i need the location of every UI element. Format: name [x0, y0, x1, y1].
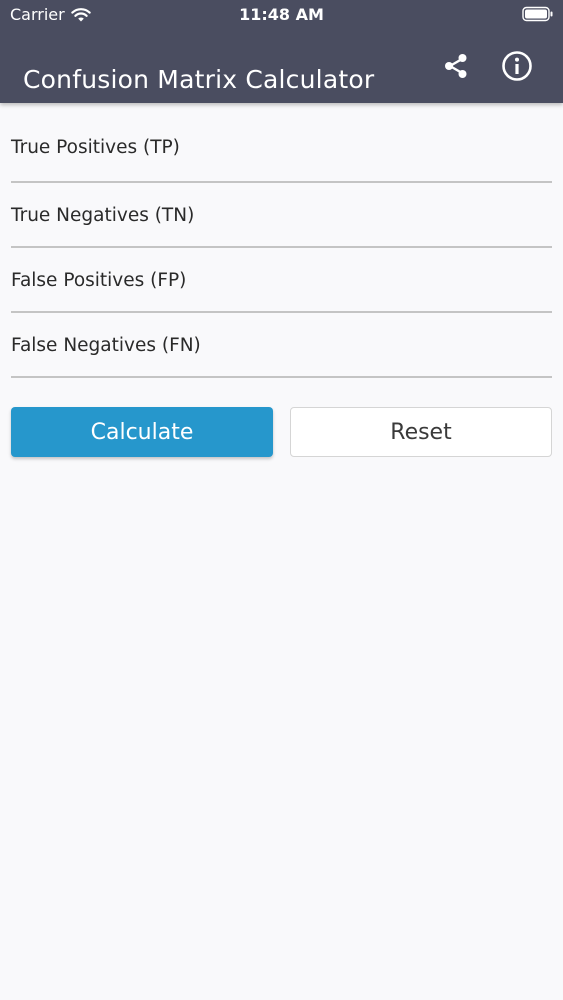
- false-negatives-input[interactable]: [11, 313, 552, 376]
- info-icon: [502, 51, 532, 81]
- calculate-button[interactable]: Calculate: [11, 407, 273, 457]
- action-buttons: Calculate Reset: [11, 407, 552, 458]
- false-negatives-field[interactable]: False Negatives (FN): [11, 313, 552, 378]
- share-button[interactable]: [438, 48, 474, 84]
- true-negatives-input[interactable]: [11, 183, 552, 246]
- battery-icon: [522, 6, 553, 22]
- false-positives-input[interactable]: [11, 248, 552, 311]
- status-bar: Carrier 11:48 AM: [0, 0, 563, 30]
- reset-button[interactable]: Reset: [290, 407, 552, 457]
- false-positives-field[interactable]: False Positives (FP): [11, 248, 552, 313]
- true-positives-field[interactable]: True Positives (TP): [11, 115, 552, 183]
- app-header: Carrier 11:48 AM Confusion Matrix Calcul…: [0, 0, 563, 103]
- true-negatives-field[interactable]: True Negatives (TN): [11, 183, 552, 248]
- page-title: Confusion Matrix Calculator: [23, 64, 375, 94]
- status-time: 11:48 AM: [239, 5, 324, 24]
- confusion-matrix-form: True Positives (TP) True Negatives (TN) …: [11, 115, 552, 378]
- share-icon: [445, 54, 467, 78]
- true-positives-input[interactable]: [11, 115, 552, 181]
- info-button[interactable]: [499, 48, 535, 84]
